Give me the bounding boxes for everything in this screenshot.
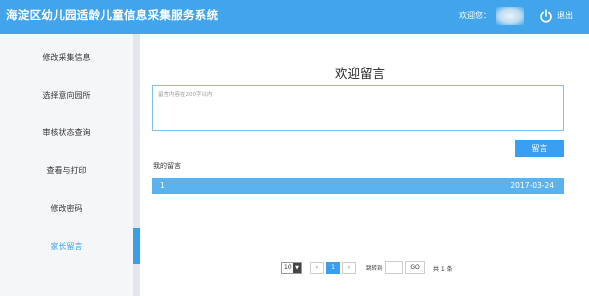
power-icon[interactable] [539, 9, 553, 23]
page-size-select[interactable]: 10 ▼ [281, 262, 302, 274]
sidebar-active-indicator [133, 228, 140, 264]
page-title: 欢迎留言 [334, 66, 385, 81]
jump-page-input[interactable] [385, 261, 403, 274]
message-date: 2017-03-24 [510, 181, 554, 190]
page-size-value: 10 [284, 264, 292, 271]
app-header: 海淀区幼儿园适龄儿童信息采集服务系统 欢迎您： 退出 [0, 0, 589, 34]
message-row[interactable]: 1 2017-03-24 [152, 178, 564, 194]
app-title: 海淀区幼儿园适龄儿童信息采集服务系统 [6, 8, 219, 22]
sidebar: 修改采集信息 选择意向园所 审核状态查询 查看与打印 修改密码 家长留言 [0, 34, 140, 296]
go-button[interactable]: GO [405, 261, 425, 274]
my-messages-label: 我的留言 [153, 162, 181, 170]
sidebar-item-review-status[interactable]: 审核状态查询 [0, 114, 133, 152]
total-count: 共 1 条 [433, 266, 453, 273]
username-blurred [496, 7, 524, 25]
sidebar-item-change-password[interactable]: 修改密码 [0, 190, 133, 228]
jump-to-label: 跳转到 [366, 266, 383, 272]
chevron-down-icon: ▼ [293, 263, 301, 273]
welcome-text: 欢迎您： [459, 11, 491, 20]
sidebar-item-edit-info[interactable]: 修改采集信息 [0, 39, 133, 77]
submit-message-button[interactable]: 留言 [515, 140, 564, 157]
sidebar-item-view-print[interactable]: 查看与打印 [0, 152, 133, 190]
sidebar-item-parent-message[interactable]: 家长留言 [0, 228, 133, 266]
sidebar-item-select-kindergarten[interactable]: 选择意向园所 [0, 77, 133, 115]
message-index: 1 [160, 181, 165, 190]
page-1-button[interactable]: 1 [326, 262, 340, 274]
logout-link[interactable]: 退出 [557, 10, 573, 21]
next-page-button[interactable]: › [342, 262, 356, 274]
message-input[interactable] [152, 85, 564, 131]
prev-page-button[interactable]: ‹ [310, 262, 324, 274]
